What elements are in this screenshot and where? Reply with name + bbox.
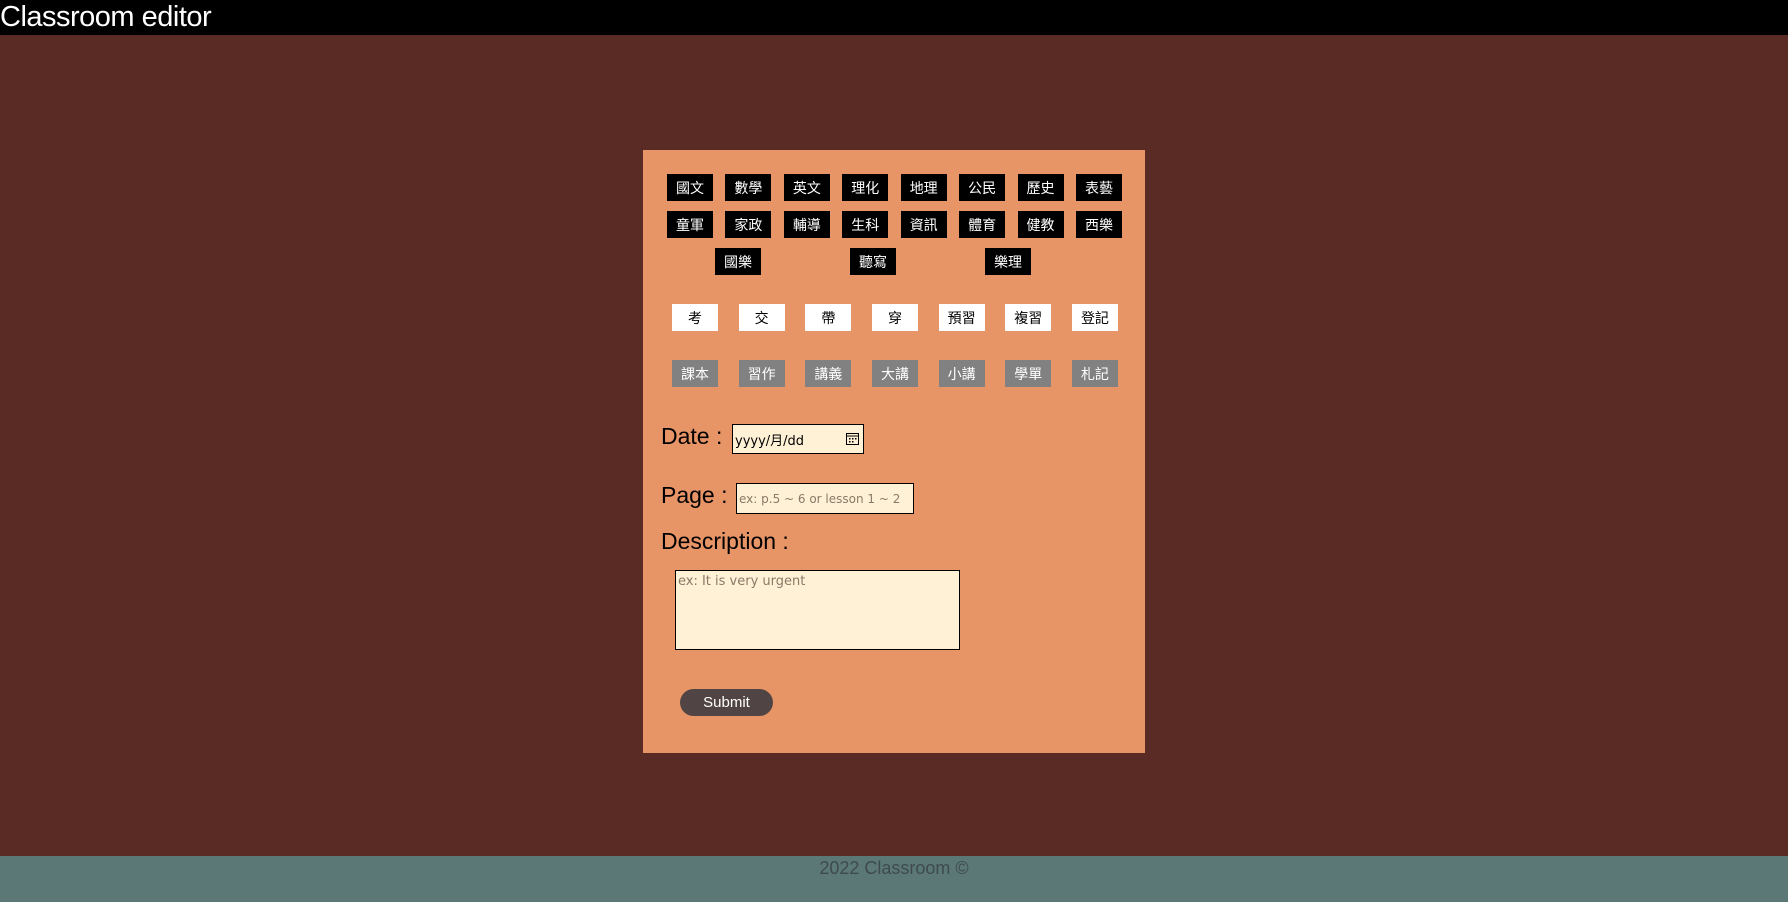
item-button[interactable]: 習作 <box>738 360 785 387</box>
page-placeholder: ex: p.5 ~ 6 or lesson 1 ~ 2 <box>739 491 901 506</box>
subject-button[interactable]: 公民 <box>959 174 1006 201</box>
subject-button[interactable]: 體育 <box>959 211 1006 238</box>
action-button[interactable]: 穿 <box>871 304 918 331</box>
action-button[interactable]: 交 <box>738 304 785 331</box>
item-button[interactable]: 札記 <box>1071 360 1118 387</box>
description-label: Description : <box>661 528 789 554</box>
subject-button[interactable]: 理化 <box>842 174 889 201</box>
action-button[interactable]: 登記 <box>1071 304 1118 331</box>
item-row: 課本 習作 講義 大講 小講 學單 札記 <box>672 360 1118 387</box>
subject-button[interactable]: 童軍 <box>667 211 713 238</box>
item-button[interactable]: 小講 <box>938 360 985 387</box>
subject-button[interactable]: 國文 <box>667 174 713 201</box>
date-field[interactable]: yyyy/月/dd <box>732 424 864 454</box>
editor-panel: 國文 數學 英文 理化 地理 公民 歷史 表藝 童軍 家政 輔導 生科 資訊 體… <box>643 150 1145 753</box>
item-button[interactable]: 講義 <box>805 360 852 387</box>
action-button[interactable]: 帶 <box>805 304 852 331</box>
subject-button[interactable]: 西樂 <box>1075 211 1122 238</box>
subject-button[interactable]: 表藝 <box>1075 174 1122 201</box>
footer: 2022 Classroom © <box>0 856 1788 902</box>
subject-button[interactable]: 英文 <box>783 174 830 201</box>
calendar-icon[interactable] <box>846 432 859 445</box>
top-bar: Classroom editor <box>0 0 1788 35</box>
item-button[interactable]: 課本 <box>672 360 718 387</box>
subject-button[interactable]: 輔導 <box>783 211 830 238</box>
app-title: Classroom editor <box>0 1 212 33</box>
description-placeholder: ex: It is very urgent <box>678 574 806 589</box>
action-button[interactable]: 考 <box>672 304 718 331</box>
subject-button[interactable]: 國樂 <box>715 248 761 275</box>
subject-button[interactable]: 健教 <box>1017 211 1064 238</box>
subject-button[interactable]: 歷史 <box>1017 174 1064 201</box>
action-row: 考 交 帶 穿 預習 複習 登記 <box>672 304 1118 331</box>
subject-row-2: 童軍 家政 輔導 生科 資訊 體育 健教 西樂 <box>667 211 1122 238</box>
subject-button[interactable]: 樂理 <box>985 248 1031 275</box>
copyright-text: 2022 Classroom © <box>819 858 969 878</box>
date-value: yyyy/月/dd <box>735 433 805 449</box>
description-textarea[interactable]: ex: It is very urgent <box>675 570 960 650</box>
submit-button[interactable]: Submit <box>680 689 773 716</box>
subject-button[interactable]: 資訊 <box>900 211 947 238</box>
page-field[interactable]: ex: p.5 ~ 6 or lesson 1 ~ 2 <box>736 483 914 514</box>
action-button[interactable]: 預習 <box>938 304 985 331</box>
item-button[interactable]: 大講 <box>871 360 918 387</box>
item-button[interactable]: 學單 <box>1005 360 1052 387</box>
subject-button[interactable]: 地理 <box>900 174 947 201</box>
subject-button[interactable]: 家政 <box>725 211 772 238</box>
page-label: Page : <box>661 482 728 508</box>
subject-button[interactable]: 數學 <box>725 174 772 201</box>
date-label: Date : <box>661 423 723 449</box>
subject-button[interactable]: 生科 <box>842 211 889 238</box>
subject-row-1: 國文 數學 英文 理化 地理 公民 歷史 表藝 <box>667 174 1122 201</box>
subject-button[interactable]: 聽寫 <box>850 248 896 275</box>
action-button[interactable]: 複習 <box>1005 304 1052 331</box>
subject-row-3: 國樂 聽寫 樂理 <box>715 248 1031 275</box>
